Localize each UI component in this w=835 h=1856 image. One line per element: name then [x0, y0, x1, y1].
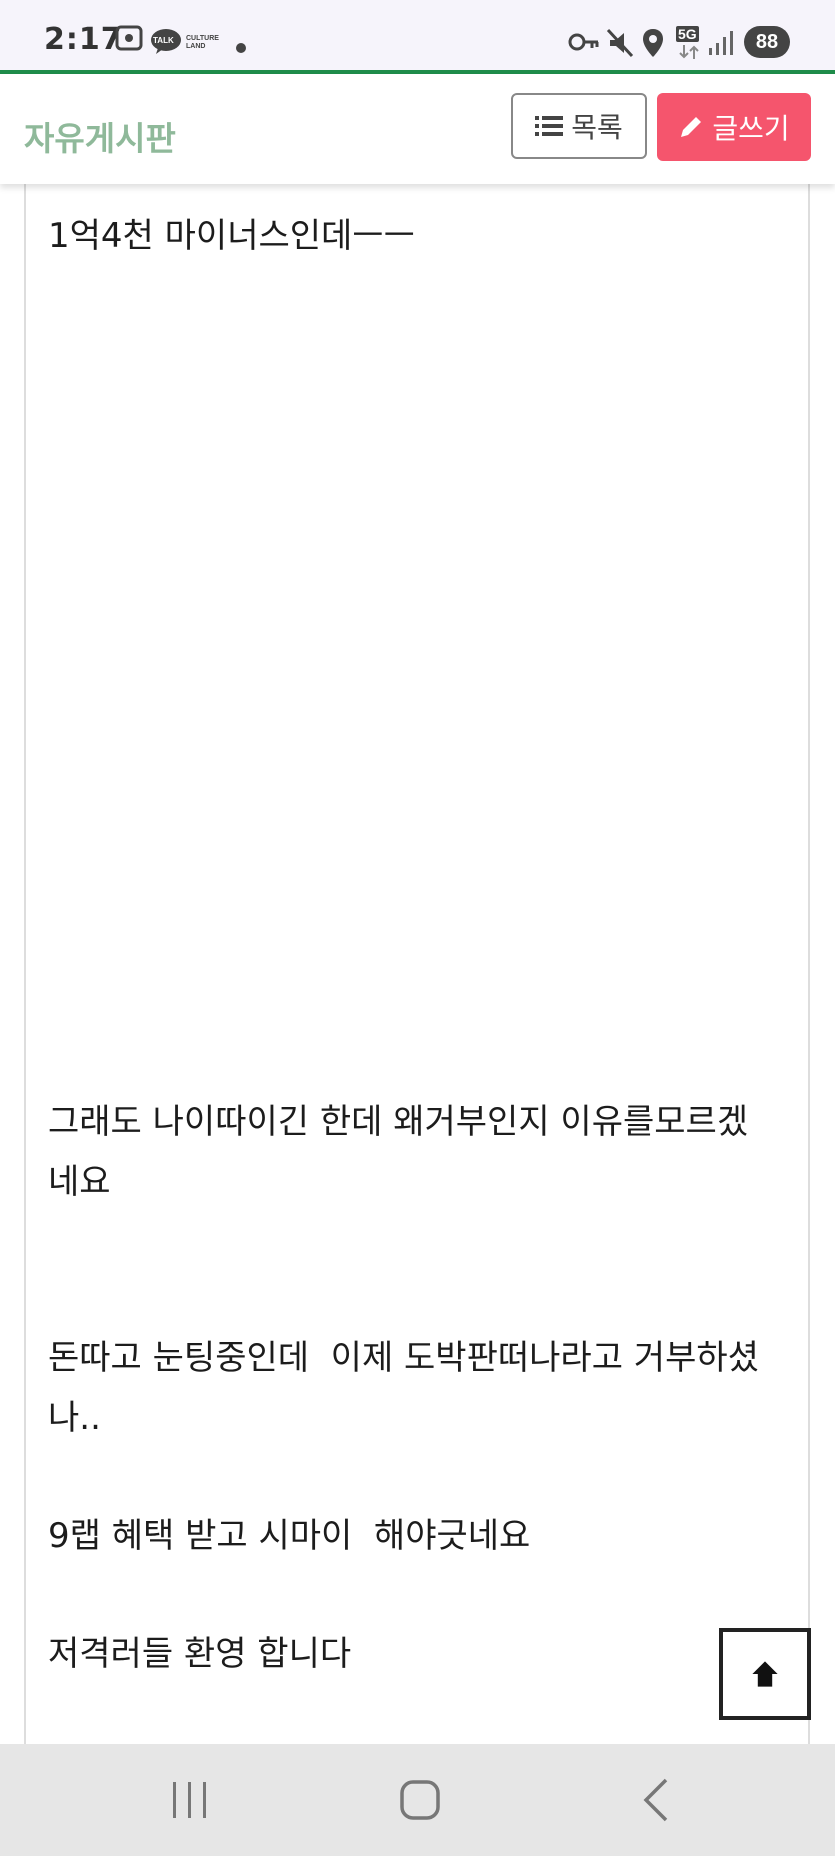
pencil-icon [681, 117, 702, 137]
arrow-up-icon [752, 1661, 778, 1687]
signal-icon [708, 30, 734, 60]
culture-land-icon: CULTURE LAND [186, 35, 219, 50]
write-button-label: 글쓰기 [712, 112, 790, 145]
network-5g-badge: 5G [676, 26, 699, 42]
vpn-key-icon [568, 32, 600, 56]
post-line: 9랩 혜택 받고 시마이 해야긋네요 [48, 1516, 531, 1556]
system-nav-bar [0, 1744, 835, 1856]
list-button[interactable]: 목록 [511, 93, 647, 159]
list-button-label: 목록 [571, 111, 623, 144]
list-icon [535, 116, 564, 136]
post-line: 돈따고 눈팅중인데 이제 도박판떠나라고 거부하셨 [48, 1338, 759, 1378]
recent-apps-icon[interactable] [170, 1772, 210, 1832]
post-line: 1억4천 마이너스인데ㅡㅡ [48, 216, 415, 256]
data-arrows-icon [678, 44, 700, 63]
mute-icon [606, 28, 634, 62]
talk-badge: TALK [153, 36, 174, 45]
location-icon [642, 28, 664, 62]
post-line: 저격러들 환영 합니다 [48, 1634, 352, 1674]
notification-dot-icon [236, 38, 246, 57]
post-line: 나.. [48, 1398, 101, 1438]
post-line: 그래도 나이따이긴 한데 왜거부인지 이유를모르겠 [48, 1102, 749, 1142]
status-bar: 2:17 TALK CULTURE LAND 5G 88 [0, 0, 835, 70]
battery-indicator: 88 [744, 26, 790, 58]
status-time: 2:17 [44, 22, 123, 57]
screenshot-icon [114, 24, 144, 56]
post-line: 네요 [48, 1162, 111, 1202]
back-icon[interactable] [636, 1772, 676, 1832]
home-icon[interactable] [398, 1772, 444, 1832]
board-title[interactable]: 자유게시판 [24, 112, 176, 160]
board-header: 자유게시판 목록 글쓰기 [0, 74, 835, 184]
write-button[interactable]: 글쓰기 [657, 93, 811, 161]
scroll-top-button[interactable] [719, 1628, 811, 1720]
